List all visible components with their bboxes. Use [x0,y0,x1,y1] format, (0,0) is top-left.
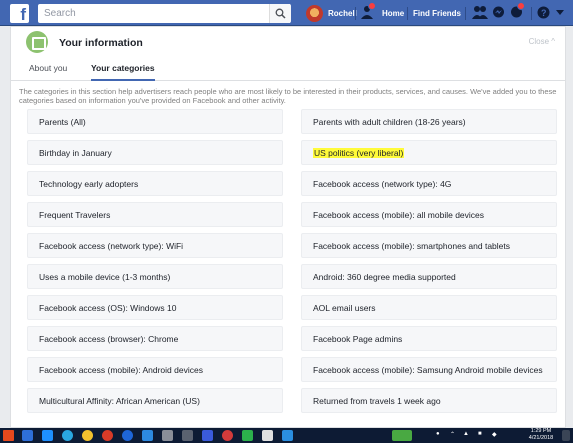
category-label: Birthday in January [39,147,112,158]
profile-name: Rochell [328,9,357,18]
category-item[interactable]: Returned from travels 1 week ago [301,388,557,413]
nav-divider [407,7,408,20]
skype-icon[interactable] [62,430,73,441]
category-item[interactable]: Facebook access (OS): Windows 10 [27,295,283,320]
app-icon[interactable] [222,430,233,441]
app-icon[interactable] [122,430,133,441]
taskbar-clock[interactable]: 1:29 PM 4/21/2018 [526,428,556,442]
chrome-icon[interactable] [82,430,93,441]
category-item[interactable]: Facebook access (browser): Chrome [27,326,283,351]
category-item[interactable]: Facebook Page admins [301,326,557,351]
tray-volume-icon[interactable]: ■ [478,431,482,437]
category-label: Facebook access (network type): WiFi [39,240,184,251]
nav-home[interactable]: Home [382,9,404,18]
app-icon[interactable] [202,430,213,441]
category-label: AOL email users [313,302,376,313]
category-item[interactable]: Multicultural Affinity: African American… [27,388,283,413]
taskbar-date: 4/21/2018 [528,435,554,441]
category-item[interactable]: Facebook access (mobile): smartphones an… [301,233,557,258]
category-item[interactable]: Facebook access (mobile): Android device… [27,357,283,382]
app-icon[interactable] [262,430,273,441]
tab-bar: About you Your categories [11,59,565,81]
tray-network-icon[interactable]: ▲ [463,431,469,437]
app-icon[interactable] [142,430,153,441]
help-icon[interactable]: ? [537,6,550,19]
facebook-logo-icon[interactable]: f [10,4,29,23]
close-button[interactable]: Close ^ [529,37,555,46]
calculator-icon[interactable] [162,430,173,441]
category-item[interactable]: Uses a mobile device (1-3 months) [27,264,283,289]
task-view-icon[interactable] [22,430,33,441]
start-button[interactable] [3,430,14,441]
tab-about-you[interactable]: About you [29,63,67,81]
category-label: Returned from travels 1 week ago [313,395,441,406]
category-item[interactable]: Technology early adopters [27,171,283,196]
category-label: Android: 360 degree media supported [313,271,456,282]
category-item[interactable]: Facebook access (mobile): Samsung Androi… [301,357,557,382]
tray-chevron-icon[interactable]: ⌃ [450,431,455,438]
notification-center-icon[interactable] [562,430,570,441]
nav-divider [531,7,532,20]
profile-link[interactable]: Rochell [306,4,357,23]
category-label: Parents with adult children (18-26 years… [313,116,466,127]
category-item[interactable]: Frequent Travelers [27,202,283,227]
category-label: Facebook access (mobile): Samsung Androi… [313,364,543,375]
info-card-icon [26,31,48,53]
explorer-icon[interactable] [42,430,53,441]
category-label: Frequent Travelers [39,209,111,220]
app-icon[interactable] [182,430,193,441]
nav-divider [355,7,356,20]
categories-grid: Parents (All) Parents with adult children… [27,109,557,413]
messenger-icon[interactable] [492,6,505,19]
category-label: Facebook access (network type): 4G [313,178,452,189]
tab-your-categories[interactable]: Your categories [91,63,155,81]
category-label: Parents (All) [39,116,86,127]
category-label: Facebook access (mobile): smartphones an… [313,240,511,251]
search-button[interactable] [269,4,291,23]
category-label: Multicultural Affinity: African American… [39,395,200,406]
card-title: Your information [59,37,143,49]
category-item[interactable]: Android: 360 degree media supported [301,264,557,289]
categories-description: The categories in this section help adve… [19,87,557,105]
category-item[interactable]: Facebook access (network type): WiFi [27,233,283,258]
category-item[interactable]: Birthday in January [27,140,283,165]
nav-divider [465,7,466,20]
avatar [306,5,323,22]
search-icon [275,8,286,19]
taskbar-time: 1:29 PM [530,428,552,434]
category-label: Technology early adopters [39,178,139,189]
app-icon[interactable] [282,430,293,441]
battery-icon [392,430,412,441]
category-label: Facebook Page admins [313,333,403,344]
people-icon[interactable]: ● [436,431,440,437]
menu-dropdown-icon[interactable] [556,10,564,16]
category-label: Facebook access (OS): Windows 10 [39,302,177,313]
category-item[interactable]: Facebook access (network type): 4G [301,171,557,196]
category-item[interactable]: US politics (very liberal) [301,140,557,165]
category-item[interactable]: Parents (All) [27,109,283,134]
category-item[interactable]: Facebook access (mobile): all mobile dev… [301,202,557,227]
category-item[interactable]: AOL email users [301,295,557,320]
app-icon[interactable] [242,430,253,441]
category-item[interactable]: Parents with adult children (18-26 years… [301,109,557,134]
notifications-badge [517,2,525,10]
category-label: Facebook access (mobile): all mobile dev… [313,209,485,220]
category-label: Facebook access (browser): Chrome [39,333,179,344]
notification-badge [368,2,376,10]
category-label: Uses a mobile device (1-3 months) [39,271,171,282]
card-header: Your information Close ^ [11,27,565,59]
svg-text:?: ? [541,8,547,18]
app-icon[interactable] [102,430,113,441]
tray-wifi-icon[interactable]: ◆ [492,431,497,438]
category-label-highlighted: US politics (very liberal) [313,147,405,158]
nav-find-friends[interactable]: Find Friends [413,9,461,18]
windows-taskbar: ● ⌃ ▲ ■ ◆ 1:29 PM 4/21/2018 [0,428,573,443]
facebook-top-bar: f Rochell Home Find Friends ? [0,0,573,26]
your-information-card: Your information Close ^ About you Your … [10,26,566,428]
search-input[interactable] [38,4,290,23]
friend-requests-icon[interactable] [472,5,488,19]
category-label: Facebook access (mobile): Android device… [39,364,203,375]
